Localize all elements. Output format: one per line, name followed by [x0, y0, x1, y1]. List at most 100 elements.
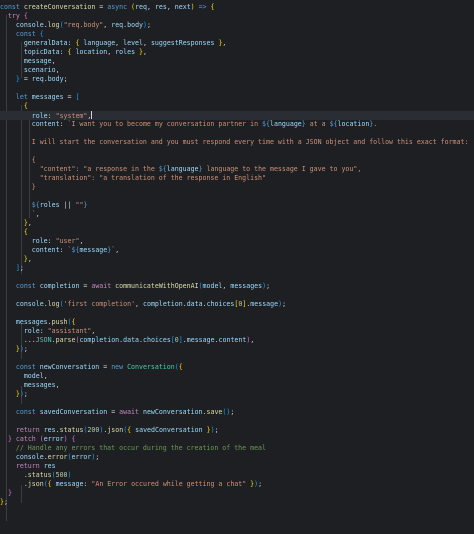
code-line[interactable]: // Handle any errors that occur during t… [0, 444, 474, 453]
code-line[interactable]: const { [0, 30, 474, 39]
code-line[interactable] [0, 399, 474, 408]
code-token: { [71, 435, 76, 443]
code-line[interactable]: const savedConversation = await newConve… [0, 408, 474, 417]
code-token: let [15, 93, 32, 101]
code-line[interactable]: return res [0, 462, 474, 471]
code-line[interactable] [0, 309, 474, 318]
code-line[interactable] [0, 291, 474, 300]
code-line[interactable] [0, 417, 474, 426]
code-line[interactable]: model, [0, 372, 474, 381]
code-token: language [83, 39, 116, 47]
code-token: { [47, 480, 56, 488]
code-token: Conversation [127, 363, 175, 371]
code-token: : [47, 237, 56, 245]
code-token: { [71, 318, 76, 326]
code-line[interactable]: }, [0, 255, 474, 264]
code-line[interactable]: ]; [0, 264, 474, 273]
code-line[interactable] [0, 84, 474, 93]
code-line[interactable]: ...JSON.parse(completion.data.choices[0]… [0, 336, 474, 345]
code-token: [ [75, 93, 80, 101]
code-line[interactable]: messages.push({ [0, 318, 474, 327]
code-line[interactable]: const completion = await communicateWith… [0, 282, 474, 291]
code-token: level [123, 39, 143, 47]
code-token: messages [23, 381, 56, 389]
code-token: : [59, 120, 68, 128]
code-line[interactable]: ${roles || ""} [0, 201, 474, 210]
code-token: } [202, 426, 211, 434]
code-line[interactable]: }); [0, 390, 474, 399]
code-line[interactable]: content: `${message}`, [0, 246, 474, 255]
code-token: , [107, 48, 116, 56]
code-token: "system" [55, 112, 88, 120]
code-token: const [15, 363, 40, 371]
code-line[interactable]: role: "assistant", [0, 327, 474, 336]
code-line[interactable]: }, [0, 219, 474, 228]
code-line[interactable]: "translation": "a translation of the res… [0, 174, 474, 183]
code-line[interactable]: role: "system", [0, 111, 474, 120]
code-token: status [27, 471, 52, 479]
code-line[interactable]: let messages = [ [0, 93, 474, 102]
code-token: req [31, 75, 44, 83]
code-line[interactable]: content: `I want you to become my conver… [0, 120, 474, 129]
code-line[interactable]: } catch (error) { [0, 435, 474, 444]
code-line[interactable]: } [0, 489, 474, 498]
code-line[interactable]: const createConversation = async (req, r… [0, 3, 474, 12]
code-token: , [135, 300, 143, 308]
code-token: json [27, 480, 44, 488]
code-line[interactable] [0, 273, 474, 282]
code-token: json [107, 426, 124, 434]
code-line[interactable]: const newConversation = new Conversation… [0, 363, 474, 372]
code-token: ; [63, 75, 68, 83]
code-token: console [15, 300, 44, 308]
code-editor[interactable]: const createConversation = async (req, r… [0, 0, 474, 534]
code-token: , [143, 48, 147, 56]
code-token: location [75, 48, 108, 56]
code-line[interactable]: topicData: { location, roles }, [0, 48, 474, 57]
code-line[interactable]: `, [0, 210, 474, 219]
code-line[interactable]: .json({ message: "An Error occured while… [0, 480, 474, 489]
code-token: ; [258, 480, 263, 488]
code-line[interactable] [0, 354, 474, 363]
code-token: model [23, 372, 44, 380]
code-line[interactable] [0, 129, 474, 138]
code-token: messages [230, 282, 263, 290]
code-line[interactable]: }); [0, 345, 474, 354]
code-line[interactable]: messages, [0, 381, 474, 390]
code-token: error [47, 453, 68, 461]
code-line[interactable] [0, 147, 474, 156]
code-line[interactable]: console.error(error); [0, 453, 474, 462]
code-token: const [0, 3, 24, 11]
code-line[interactable]: }; [0, 498, 474, 507]
code-token: ${ [329, 120, 338, 128]
code-line[interactable] [0, 192, 474, 201]
code-token: savedConversation [39, 408, 108, 416]
code-line[interactable]: "content": "a response in the ${language… [0, 165, 474, 174]
code-line[interactable]: message, [0, 57, 474, 66]
code-line[interactable]: I will start the conversation and you mu… [0, 138, 474, 147]
code-line[interactable]: { [0, 228, 474, 237]
code-line[interactable]: scenario, [0, 66, 474, 75]
code-line[interactable]: return res.status(200).json({ savedConve… [0, 426, 474, 435]
code-line[interactable]: .status(500) [0, 471, 474, 480]
code-line[interactable]: } [0, 183, 474, 192]
code-line[interactable]: generalData: { language, level, suggestR… [0, 39, 474, 48]
code-line[interactable]: try { [0, 12, 474, 21]
code-token: scenario [23, 66, 56, 74]
code-token: error [71, 453, 92, 461]
code-token: log [47, 21, 60, 29]
code-token: . [0, 480, 28, 488]
code-line[interactable]: console.log('first completion', completi… [0, 300, 474, 309]
code-line[interactable]: role: "user", [0, 237, 474, 246]
code-line[interactable]: { [0, 102, 474, 111]
code-line[interactable]: } = req.body; [0, 75, 474, 84]
code-token: topicData [23, 48, 60, 56]
code-line[interactable]: console.log("req.body", req.body); [0, 21, 474, 30]
code-token: parse [55, 336, 76, 344]
code-token: message [186, 336, 215, 344]
code-line[interactable]: { [0, 156, 474, 165]
